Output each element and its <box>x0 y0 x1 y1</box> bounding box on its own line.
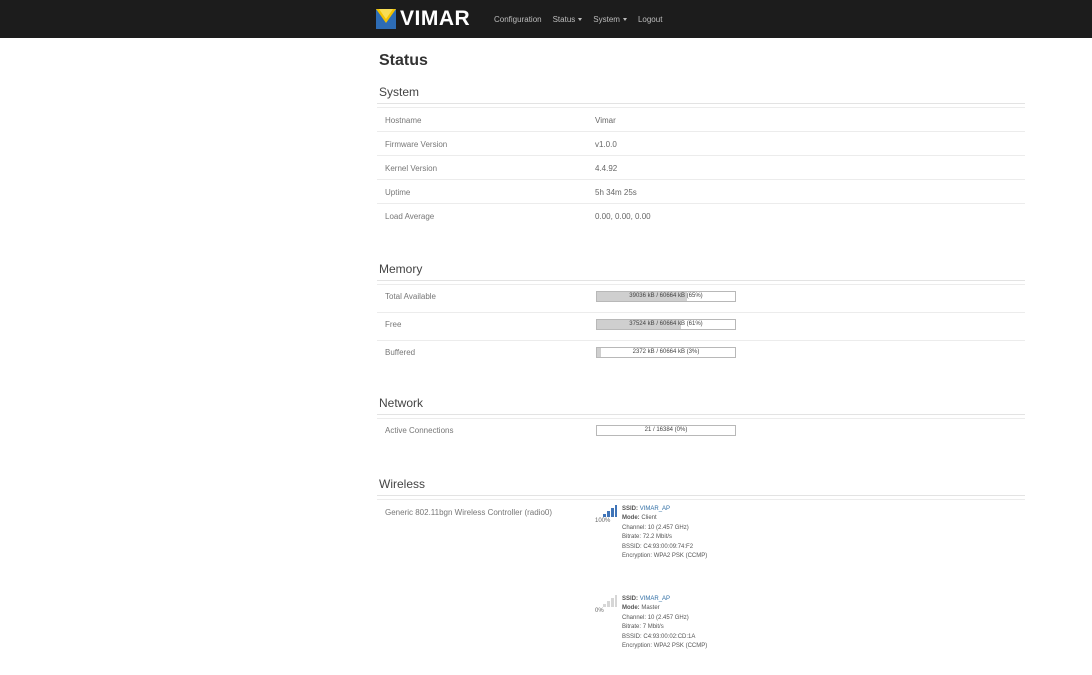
row-value: 5h 34m 25s <box>595 188 637 197</box>
system-row-load-average: Load Average 0.00, 0.00, 0.00 <box>377 203 1025 228</box>
signal-percent: 100% <box>595 518 611 524</box>
wireless-network-client: 100% SSID: VIMAR_AP Mode: Client Channel… <box>595 505 795 585</box>
ssid-link[interactable]: VIMAR_AP <box>640 596 670 602</box>
memory-row-total-available: Total Available 39036 kB / 60664 kB (65%… <box>377 284 1025 313</box>
memory-buffered-progress-bar: 2372 kB / 60664 kB (3%) <box>596 347 736 358</box>
caret-down-icon <box>578 17 583 21</box>
row-value: 0.00, 0.00, 0.00 <box>595 212 651 221</box>
wireless-details: SSID: VIMAR_AP Mode: Client Channel: 10 … <box>622 506 708 560</box>
section-title-system: System <box>379 85 420 99</box>
section-divider <box>377 495 1025 496</box>
network-row-active-connections: Active Connections 21 / 16384 (0%) <box>377 418 1025 447</box>
brand-name: VIMAR <box>400 7 471 30</box>
row-label: Firmware Version <box>385 140 448 149</box>
section-divider <box>377 414 1025 415</box>
vimar-logo-icon <box>376 9 396 29</box>
section-title-network: Network <box>379 396 424 410</box>
section-divider <box>377 280 1025 281</box>
main-nav: Configuration Status System Logout <box>494 0 673 38</box>
nav-system[interactable]: System <box>593 15 627 24</box>
signal-strength-icon <box>603 505 617 519</box>
page-title: Status <box>379 52 428 69</box>
row-value: 4.4.92 <box>595 164 618 173</box>
memory-row-buffered: Buffered 2372 kB / 60664 kB (3%) <box>377 340 1025 369</box>
row-label: Generic 802.11bgn Wireless Controller (r… <box>385 508 553 517</box>
row-label: Load Average <box>385 212 435 221</box>
top-navbar: VIMAR Configuration Status System Logout <box>0 0 1092 38</box>
ssid-link[interactable]: VIMAR_AP <box>640 506 670 512</box>
section-title-memory: Memory <box>379 262 423 276</box>
row-label: Buffered <box>385 348 416 357</box>
row-label: Hostname <box>385 116 422 125</box>
nav-logout[interactable]: Logout <box>638 15 662 24</box>
signal-strength-icon <box>603 595 617 609</box>
memory-row-free: Free 37524 kB / 60664 kB (61%) <box>377 312 1025 341</box>
wireless-row-radio0: Generic 802.11bgn Wireless Controller (r… <box>377 499 1025 666</box>
wireless-details: SSID: VIMAR_AP Mode: Master Channel: 10 … <box>622 596 708 650</box>
progress-text: 2372 kB / 60664 kB (3%) <box>632 349 700 355</box>
caret-down-icon <box>622 17 627 21</box>
section-title-wireless: Wireless <box>379 477 426 491</box>
row-value: v1.0.0 <box>595 140 617 149</box>
section-divider <box>377 103 1025 104</box>
row-label: Free <box>385 320 402 329</box>
row-label: Total Available <box>385 292 436 301</box>
memory-free-progress-bar: 37524 kB / 60664 kB (61%) <box>596 319 736 330</box>
progress-text: 21 / 16384 (0%) <box>644 427 688 433</box>
system-row-hostname: Hostname Vimar <box>377 107 1025 132</box>
system-row-uptime: Uptime 5h 34m 25s <box>377 179 1025 204</box>
row-value: Vimar <box>595 116 616 125</box>
memory-total-progress-bar: 39036 kB / 60664 kB (65%) <box>596 291 736 302</box>
signal-percent: 0% <box>595 608 604 614</box>
row-label: Active Connections <box>385 426 454 435</box>
nav-configuration[interactable]: Configuration <box>494 15 542 24</box>
row-label: Kernel Version <box>385 164 438 173</box>
brand[interactable]: VIMAR <box>376 6 470 32</box>
row-label: Uptime <box>385 188 411 197</box>
nav-status[interactable]: Status <box>553 15 583 24</box>
progress-text: 37524 kB / 60664 kB (61%) <box>629 321 703 327</box>
system-row-firmware: Firmware Version v1.0.0 <box>377 131 1025 156</box>
progress-text: 39036 kB / 60664 kB (65%) <box>629 293 703 299</box>
connections-progress-bar: 21 / 16384 (0%) <box>596 425 736 436</box>
wireless-network-master: 0% SSID: VIMAR_AP Mode: Master Channel: … <box>595 595 795 675</box>
system-row-kernel: Kernel Version 4.4.92 <box>377 155 1025 180</box>
